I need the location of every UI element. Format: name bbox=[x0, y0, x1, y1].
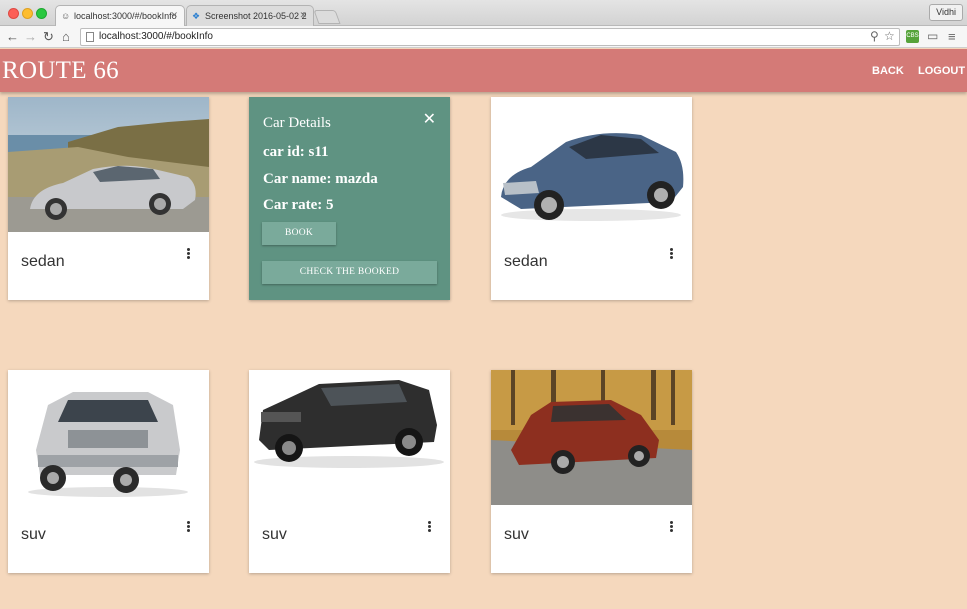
car-type-label: sedan bbox=[504, 253, 548, 270]
car-image bbox=[491, 370, 692, 505]
car-image bbox=[249, 370, 450, 505]
page-favicon-icon: ☺ bbox=[61, 11, 71, 21]
extension-icon[interactable]: CBS bbox=[906, 30, 919, 43]
car-type-label: suv bbox=[504, 526, 529, 543]
close-icon[interactable]: ✕ bbox=[423, 109, 436, 129]
brand-title[interactable]: ROUTE 66 bbox=[2, 57, 119, 85]
more-options-icon[interactable] bbox=[666, 520, 676, 534]
car-type-label: suv bbox=[262, 526, 287, 543]
home-icon[interactable]: ⌂ bbox=[62, 28, 70, 45]
profile-button[interactable]: Vidhi bbox=[929, 4, 963, 21]
car-details-panel: Car Details ✕ car id: s11 Car name: mazd… bbox=[249, 97, 450, 300]
car-type-label: sedan bbox=[21, 253, 65, 270]
page-icon bbox=[86, 32, 94, 42]
app-header: ROUTE 66 BACK LOGOUT bbox=[0, 49, 967, 92]
car-image bbox=[491, 97, 692, 232]
more-options-icon[interactable] bbox=[424, 520, 434, 534]
address-bar[interactable]: localhost:3000/#/bookInfo bbox=[80, 28, 900, 46]
tab-title: localhost:3000/#/bookInfo bbox=[74, 11, 177, 21]
car-card[interactable]: suv bbox=[8, 370, 209, 573]
car-type-label: suv bbox=[21, 526, 46, 543]
back-link[interactable]: BACK bbox=[872, 65, 904, 77]
car-card[interactable]: sedan bbox=[8, 97, 209, 300]
check-booked-button[interactable]: CHECK THE BOOKED bbox=[262, 261, 437, 284]
maximize-window-button[interactable] bbox=[36, 8, 47, 19]
back-arrow-icon[interactable]: ← bbox=[6, 28, 19, 45]
car-image bbox=[8, 370, 209, 505]
browser-tab-active[interactable]: ☺ localhost:3000/#/bookInfo ✕ bbox=[55, 5, 185, 26]
minimize-window-button[interactable] bbox=[22, 8, 33, 19]
browser-toolbar: ← → ↻ ⌂ localhost:3000/#/bookInfo ⚲ ☆ ▭ … bbox=[0, 26, 967, 48]
book-button[interactable]: BOOK bbox=[262, 222, 336, 245]
new-tab-button[interactable] bbox=[313, 10, 341, 24]
dropbox-favicon-icon: ❖ bbox=[192, 11, 201, 21]
car-card[interactable]: suv bbox=[249, 370, 450, 573]
car-card[interactable]: suv bbox=[491, 370, 692, 573]
forward-arrow-icon[interactable]: → bbox=[24, 28, 37, 45]
car-name-text: Car name: mazda bbox=[263, 171, 378, 187]
more-options-icon[interactable] bbox=[183, 247, 193, 261]
address-bar-url: localhost:3000/#/bookInfo bbox=[99, 31, 213, 42]
menu-icon[interactable]: ≡ bbox=[948, 28, 956, 45]
car-id-text: car id: s11 bbox=[263, 144, 329, 160]
car-rate-text: Car rate: 5 bbox=[263, 197, 334, 213]
bookmark-star-icon[interactable]: ☆ bbox=[884, 28, 895, 45]
more-options-icon[interactable] bbox=[666, 247, 676, 261]
tab-title: Screenshot 2016-05-02 2 bbox=[205, 11, 307, 21]
browser-tab-bar: ☺ localhost:3000/#/bookInfo ✕ ❖ Screensh… bbox=[0, 0, 967, 26]
browser-tab-inactive[interactable]: ❖ Screenshot 2016-05-02 2 ✕ bbox=[186, 5, 314, 26]
more-options-icon[interactable] bbox=[183, 520, 193, 534]
logout-link[interactable]: LOGOUT bbox=[918, 65, 965, 77]
cast-icon[interactable]: ▭ bbox=[927, 28, 938, 45]
car-card[interactable]: sedan bbox=[491, 97, 692, 300]
tab-close-icon[interactable]: ✕ bbox=[299, 10, 307, 21]
key-icon[interactable]: ⚲ bbox=[870, 28, 879, 45]
reload-icon[interactable]: ↻ bbox=[43, 28, 54, 45]
details-title: Car Details bbox=[263, 115, 331, 131]
close-window-button[interactable] bbox=[8, 8, 19, 19]
tab-close-icon[interactable]: ✕ bbox=[170, 10, 178, 21]
car-image bbox=[8, 97, 209, 232]
